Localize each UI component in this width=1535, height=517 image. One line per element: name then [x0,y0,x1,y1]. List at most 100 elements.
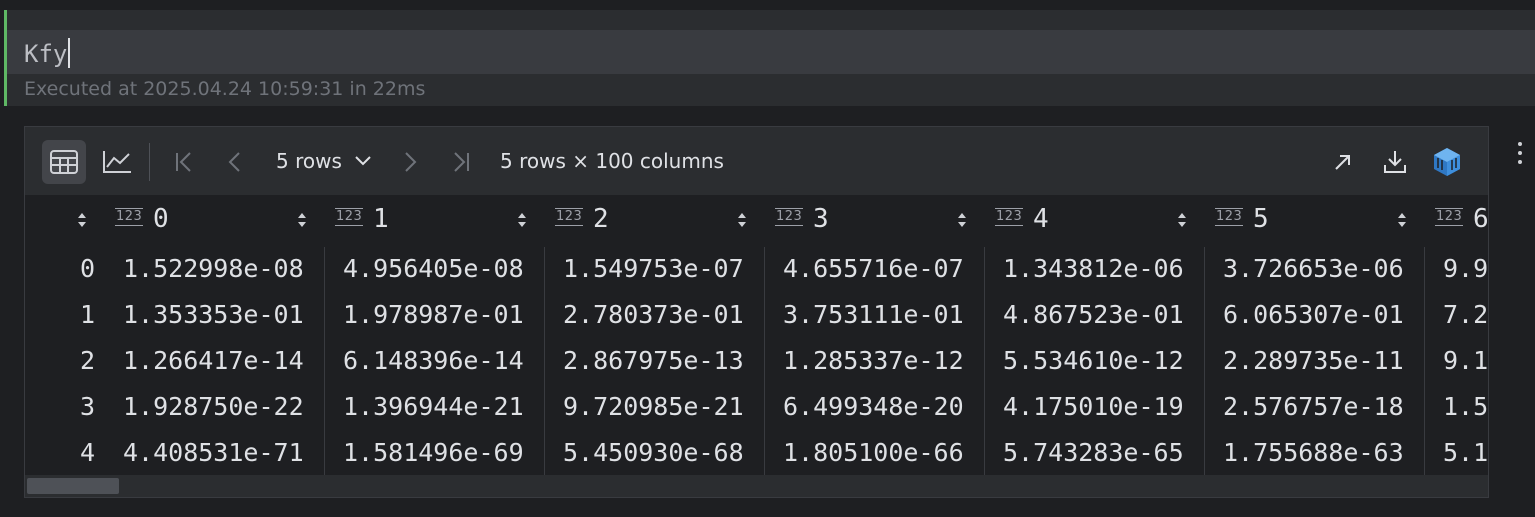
table-cell[interactable]: 1.396944e-21 [343,384,524,430]
table-cell[interactable]: 1.5 [1443,384,1488,430]
table-cell[interactable]: 4.655716e-07 [783,246,964,292]
numeric-type-icon: 123 [995,208,1024,226]
sort-icon[interactable] [737,210,747,230]
table-cell[interactable]: 4.867523e-01 [1003,292,1184,338]
row-index: 2 [79,346,95,375]
numeric-type-icon: 123 [555,208,584,226]
table-cell[interactable]: 7.2 [1443,292,1488,338]
numeric-type-icon: 123 [1435,208,1464,226]
toolbar-separator [149,143,150,181]
table-cell[interactable]: 5.534610e-12 [1003,338,1184,384]
last-page-icon[interactable] [439,140,483,184]
scrollbar-thumb[interactable] [27,478,119,494]
table-cell[interactable]: 1.353353e-01 [123,292,304,338]
data-grid: 123 0 123 1 123 2 123 3 123 4 123 5 123 … [25,195,1488,475]
open-in-new-icon[interactable] [1321,140,1365,184]
chart-view-icon[interactable] [95,140,139,184]
table-cell[interactable]: 5.1 [1443,430,1488,476]
code-text[interactable]: Kfy [24,38,71,68]
row-index: 0 [79,254,95,283]
output-toolbar: 5 rows 5 rows × 100 columns [25,127,1488,195]
column-header-1[interactable]: 123 1 [335,195,555,245]
execution-status: Executed at 2025.04.24 10:59:31 in 22ms [24,78,426,100]
next-page-icon[interactable] [388,140,432,184]
row-index: 1 [79,300,95,329]
numeric-type-icon: 123 [775,208,804,226]
numeric-type-icon: 123 [335,208,364,226]
first-page-icon[interactable] [162,140,206,184]
table-cell[interactable]: 1.978987e-01 [343,292,524,338]
row-index: 3 [79,392,95,421]
table-row[interactable]: 1 1.353353e-01 1.978987e-01 2.780373e-01… [25,292,1488,338]
horizontal-scrollbar[interactable] [25,475,1488,497]
table-cell[interactable]: 1.581496e-69 [343,430,524,476]
column-header-3[interactable]: 123 3 [775,195,995,245]
chevron-down-icon [355,156,371,166]
column-name: 0 [153,204,169,234]
table-cell[interactable]: 5.743283e-65 [1003,430,1184,476]
rows-per-page-select[interactable]: 5 rows [276,149,372,173]
table-cell[interactable]: 1.549753e-07 [563,246,744,292]
numeric-type-icon: 123 [115,208,144,226]
table-cell[interactable]: 6.499348e-20 [783,384,964,430]
table-cell[interactable]: 9.1 [1443,338,1488,384]
column-name: 6 [1473,204,1489,234]
column-header-4[interactable]: 123 4 [995,195,1215,245]
table-row[interactable]: 4 4.408531e-71 1.581496e-69 5.450930e-68… [25,430,1488,476]
row-index: 4 [79,438,95,467]
sort-icon[interactable] [77,210,87,230]
table-cell[interactable]: 2.780373e-01 [563,292,744,338]
sort-icon[interactable] [957,210,967,230]
table-cell[interactable]: 1.928750e-22 [123,384,304,430]
dataframe-output: 5 rows 5 rows × 100 columns 123 0 123 1 … [24,126,1489,498]
column-name: 2 [593,204,609,234]
table-view-icon[interactable] [42,140,86,184]
table-cell[interactable]: 1.805100e-66 [783,430,964,476]
table-cell[interactable]: 6.065307e-01 [1223,292,1404,338]
sort-icon[interactable] [517,210,527,230]
text-caret [68,38,71,68]
table-cell[interactable]: 5.450930e-68 [563,430,744,476]
sort-icon[interactable] [1397,210,1407,230]
previous-page-icon[interactable] [213,140,257,184]
column-name: 4 [1033,204,1049,234]
table-cell[interactable]: 3.726653e-06 [1223,246,1404,292]
table-cell[interactable]: 4.956405e-08 [343,246,524,292]
table-summary: 5 rows × 100 columns [500,149,724,173]
column-name: 5 [1253,204,1269,234]
data-wrangler-icon[interactable] [1425,140,1469,184]
table-row[interactable]: 2 1.266417e-14 6.148396e-14 2.867975e-13… [25,338,1488,384]
table-cell[interactable]: 2.289735e-11 [1223,338,1404,384]
table-cell[interactable]: 9.720985e-21 [563,384,744,430]
table-cell[interactable]: 4.408531e-71 [123,430,304,476]
download-icon[interactable] [1373,140,1417,184]
table-cell[interactable]: 1.343812e-06 [1003,246,1184,292]
column-header-2[interactable]: 123 2 [555,195,775,245]
column-header-6[interactable]: 123 6 [1435,195,1489,245]
table-row[interactable]: 0 1.522998e-08 4.956405e-08 1.549753e-07… [25,246,1488,292]
column-header-0[interactable]: 123 0 [115,195,335,245]
table-cell[interactable]: 2.867975e-13 [563,338,744,384]
table-cell[interactable]: 3.753111e-01 [783,292,964,338]
code-editor-line[interactable]: Kfy [7,30,1535,74]
numeric-type-icon: 123 [1215,208,1244,226]
sort-icon[interactable] [1177,210,1187,230]
table-cell[interactable]: 1.522998e-08 [123,246,304,292]
more-options-icon[interactable] [1505,138,1535,168]
notebook-cell[interactable]: Kfy Executed at 2025.04.24 10:59:31 in 2… [4,10,1535,106]
table-cell[interactable]: 9.9 [1443,246,1488,292]
column-name: 3 [813,204,829,234]
index-column-header[interactable] [25,195,105,245]
sort-icon[interactable] [297,210,307,230]
rows-per-page-label: 5 rows [276,149,342,173]
table-cell[interactable]: 2.576757e-18 [1223,384,1404,430]
table-cell[interactable]: 1.266417e-14 [123,338,304,384]
code-content: Kfy [24,40,68,68]
table-cell[interactable]: 1.285337e-12 [783,338,964,384]
table-cell[interactable]: 6.148396e-14 [343,338,524,384]
table-row[interactable]: 3 1.928750e-22 1.396944e-21 9.720985e-21… [25,384,1488,430]
column-header-5[interactable]: 123 5 [1215,195,1435,245]
table-cell[interactable]: 4.175010e-19 [1003,384,1184,430]
table-cell[interactable]: 1.755688e-63 [1223,430,1404,476]
column-name: 1 [373,204,389,234]
